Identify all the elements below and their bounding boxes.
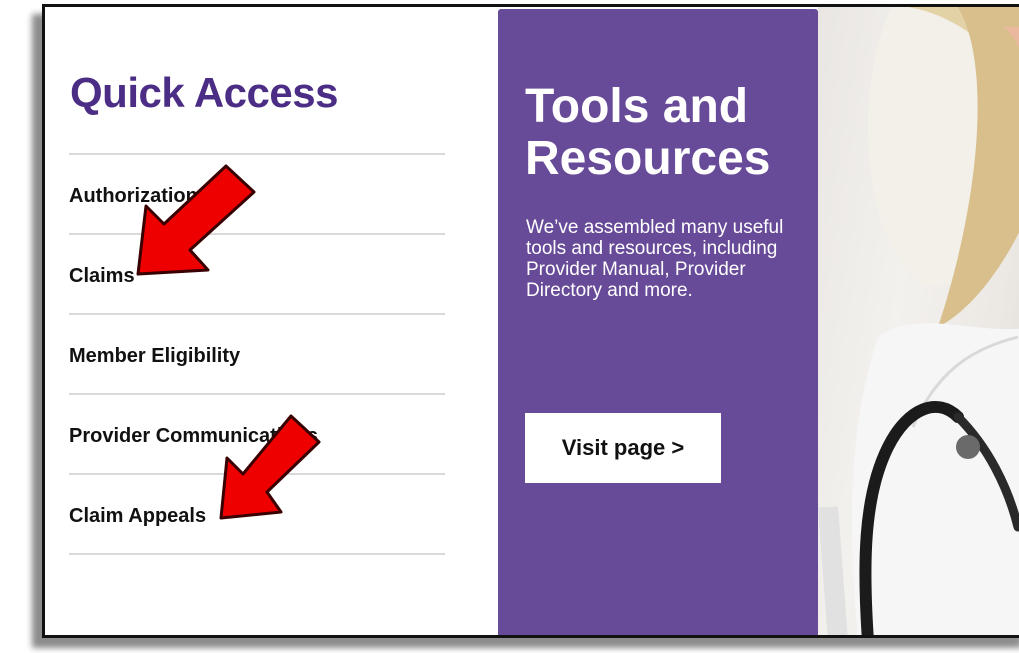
quick-access-item-provider-communications[interactable]: Provider Communications [69,393,445,473]
quick-access-item-claim-appeals[interactable]: Claim Appeals [69,473,445,555]
quick-access-item-label: Authorizations [69,184,209,207]
quick-access-list: Authorizations Claims Member Eligibility… [69,153,445,555]
quick-access-item-label: Provider Communications [69,424,318,447]
doctor-illustration [818,7,1019,635]
quick-access-item-claims[interactable]: Claims [69,233,445,313]
promo-title-text: Tools and Resources [525,80,771,185]
quick-access-item-authorizations[interactable]: Authorizations [69,153,445,233]
quick-access-title: Quick Access [70,69,338,116]
promo-description: We’ve assembled many useful tools and re… [526,217,784,301]
doctor-photo [818,7,1019,635]
screenshot-frame: Quick Access Authorizations Claims Membe… [42,4,1019,638]
quick-access-item-member-eligibility[interactable]: Member Eligibility [69,313,445,393]
quick-access-item-label: Claims [69,264,135,287]
tools-resources-card: Tools and Resources We’ve assembled many … [498,9,818,635]
quick-access-item-label: Claim Appeals [69,504,207,527]
promo-title: Tools and Resources [525,81,770,185]
quick-access-item-label: Member Eligibility [69,344,241,367]
quick-access-panel: Quick Access Authorizations Claims Membe… [45,7,469,635]
visit-page-button[interactable]: Visit page > [525,413,721,483]
